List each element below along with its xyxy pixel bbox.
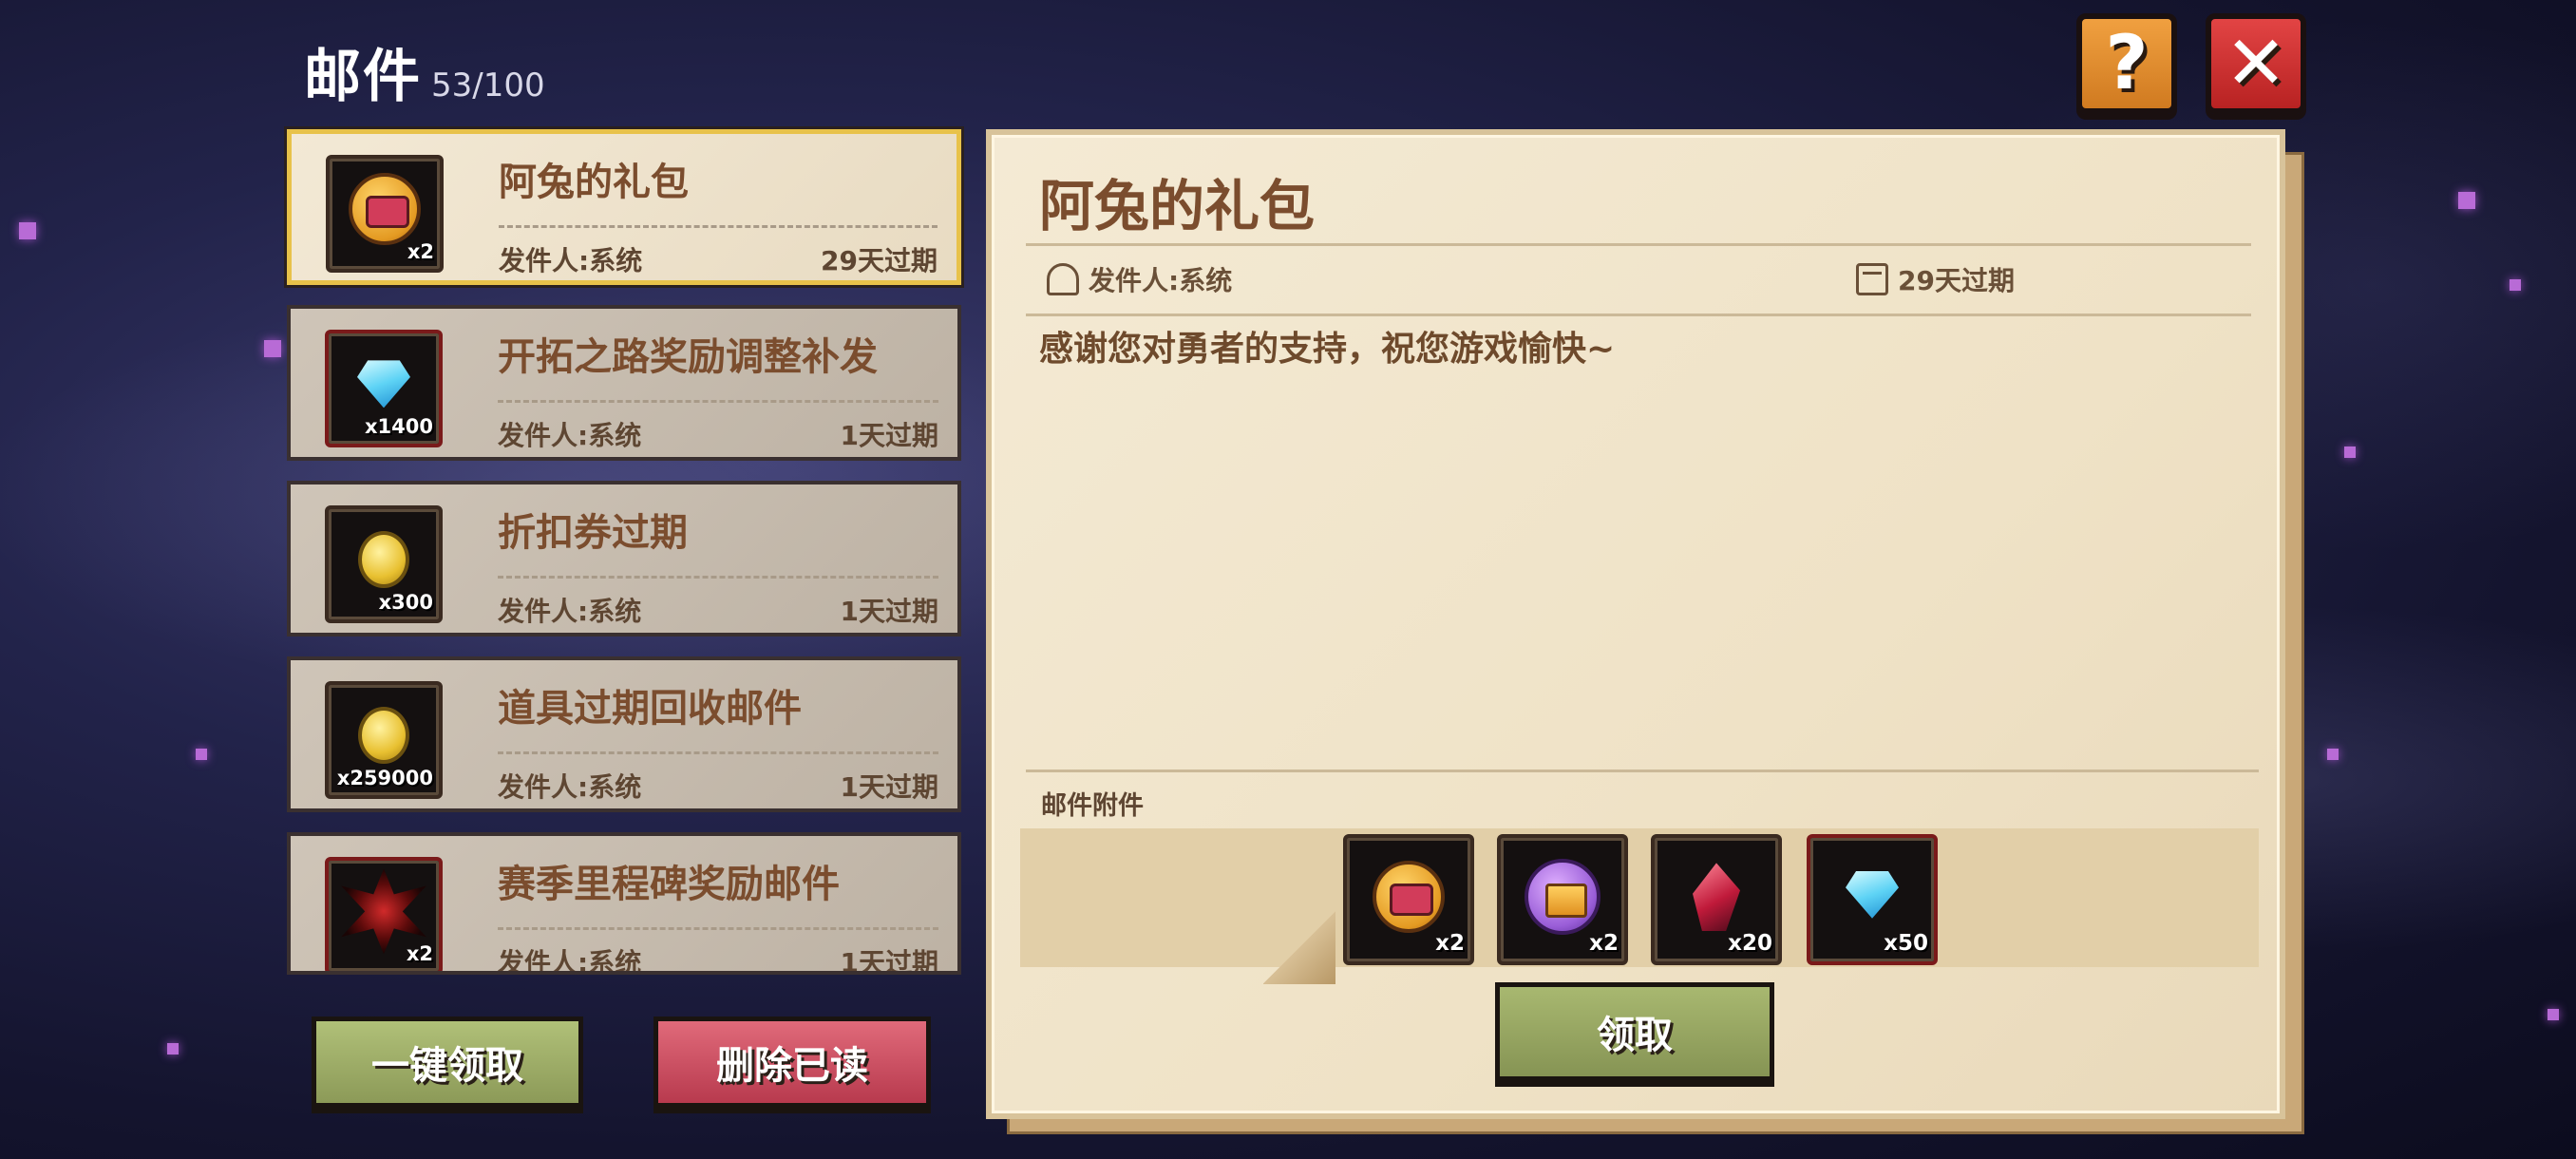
divider — [498, 927, 938, 930]
page-curl-decoration — [1263, 910, 1335, 984]
mail-expire: 1天过期 — [840, 771, 938, 803]
mail-reward-slot: x2 — [325, 857, 443, 971]
mail-item-active[interactable]: x2 阿兔的礼包 发件人:系统 29天过期 — [287, 129, 961, 285]
star-decoration — [2510, 279, 2521, 291]
close-icon: ✕ — [2225, 21, 2287, 106]
reward-qty: x2 — [407, 240, 434, 263]
red-crystal-icon — [1693, 863, 1740, 932]
reward-qty: x300 — [378, 591, 433, 614]
mail-sender: 发件人:系统 — [498, 596, 642, 627]
delete-read-button[interactable]: 删除已读 — [653, 1016, 931, 1108]
star-decoration — [19, 222, 36, 239]
mail-sender: 发件人:系统 — [498, 947, 642, 975]
mail-item[interactable]: x1400 开拓之路奖励调整补发 发件人:系统 1天过期 — [287, 305, 961, 461]
attachments-bar — [1020, 828, 2259, 967]
diamond-icon — [1846, 870, 1899, 919]
star-decoration — [2458, 192, 2475, 209]
divider — [498, 751, 938, 754]
divider — [1026, 770, 2259, 772]
detail-sender-text: 发件人:系统 — [1089, 265, 1233, 296]
gold-coin-icon — [358, 531, 409, 589]
question-icon: ? — [2105, 21, 2149, 106]
gift-chest-icon — [349, 173, 421, 246]
page-title: 邮件 — [304, 44, 422, 110]
mail-expire: 1天过期 — [840, 947, 938, 975]
person-icon — [1047, 263, 1079, 295]
detail-expire-text: 29天过期 — [1898, 265, 2015, 296]
attachment-qty: x2 — [1589, 931, 1619, 956]
mail-sender: 发件人:系统 — [499, 245, 643, 276]
mail-header: 邮件 53/100 — [304, 30, 545, 113]
attachment-qty: x20 — [1728, 931, 1772, 956]
star-decoration — [2548, 1009, 2559, 1020]
attachment-slot[interactable]: x2 — [1497, 834, 1628, 965]
mail-subject: 赛季里程碑奖励邮件 — [498, 863, 840, 906]
detail-expire: 29天过期 — [1856, 260, 2015, 298]
mail-reward-slot: x2 — [326, 155, 444, 273]
detail-body: 感谢您对勇者的支持，祝您游戏愉快~ — [1039, 330, 1616, 369]
detail-title: 阿兔的礼包 — [1039, 174, 1316, 238]
attachments-label: 邮件附件 — [1041, 791, 1144, 821]
help-button[interactable]: ? — [2076, 13, 2177, 114]
divider — [1026, 314, 2251, 316]
star-decoration — [167, 1043, 179, 1054]
reward-qty: x1400 — [365, 415, 433, 438]
mail-expire: 1天过期 — [840, 596, 938, 627]
mail-count: 53/100 — [431, 66, 545, 104]
reward-qty: x259000 — [336, 767, 433, 789]
star-decoration — [264, 340, 281, 357]
divider — [498, 576, 938, 579]
attachment-qty: x50 — [1884, 931, 1928, 956]
attachment-slot[interactable]: x2 — [1343, 834, 1474, 965]
demon-emblem-icon — [341, 868, 426, 955]
diamond-icon — [357, 360, 410, 408]
mail-subject: 折扣券过期 — [498, 511, 688, 555]
star-decoration — [196, 749, 207, 760]
mail-sender: 发件人:系统 — [498, 771, 642, 803]
claim-all-button[interactable]: 一键领取 — [312, 1016, 583, 1108]
star-decoration — [2327, 749, 2339, 760]
mail-item[interactable]: x300 折扣券过期 发件人:系统 1天过期 — [287, 481, 961, 636]
gift-chest-icon — [1373, 861, 1445, 934]
mail-item[interactable]: x259000 道具过期回收邮件 发件人:系统 1天过期 — [287, 656, 961, 812]
star-decoration — [2344, 446, 2356, 458]
mail-subject: 开拓之路奖励调整补发 — [498, 335, 878, 379]
mail-sender: 发件人:系统 — [498, 420, 642, 451]
close-button[interactable]: ✕ — [2206, 13, 2306, 114]
gold-coin-icon — [358, 707, 409, 765]
purple-chest-icon — [1525, 859, 1601, 936]
reward-qty: x2 — [406, 942, 433, 965]
detail-sender: 发件人:系统 — [1047, 260, 1232, 298]
mail-expire: 29天过期 — [821, 245, 938, 276]
mail-detail-panel: 阿兔的礼包 发件人:系统 29天过期 感谢您对勇者的支持，祝您游戏愉快~ 邮件附… — [986, 129, 2285, 1119]
mail-subject: 道具过期回收邮件 — [498, 687, 802, 731]
attachment-slot[interactable]: x20 — [1651, 834, 1782, 965]
attachment-slot[interactable]: x50 — [1807, 834, 1938, 965]
claim-button[interactable]: 领取 — [1495, 982, 1774, 1081]
mail-reward-slot: x1400 — [325, 330, 443, 447]
mail-reward-slot: x259000 — [325, 681, 443, 799]
mail-reward-slot: x300 — [325, 505, 443, 623]
attachment-qty: x2 — [1435, 931, 1465, 956]
divider — [498, 400, 938, 403]
divider — [499, 225, 938, 228]
divider — [1026, 243, 2251, 246]
mail-subject: 阿兔的礼包 — [499, 161, 689, 204]
mail-item[interactable]: x2 赛季里程碑奖励邮件 发件人:系统 1天过期 — [287, 832, 961, 975]
mail-list: x2 阿兔的礼包 发件人:系统 29天过期 x1400 开拓之路奖励调整补发 发… — [283, 129, 963, 995]
calendar-icon — [1856, 263, 1888, 295]
mail-expire: 1天过期 — [840, 420, 938, 451]
